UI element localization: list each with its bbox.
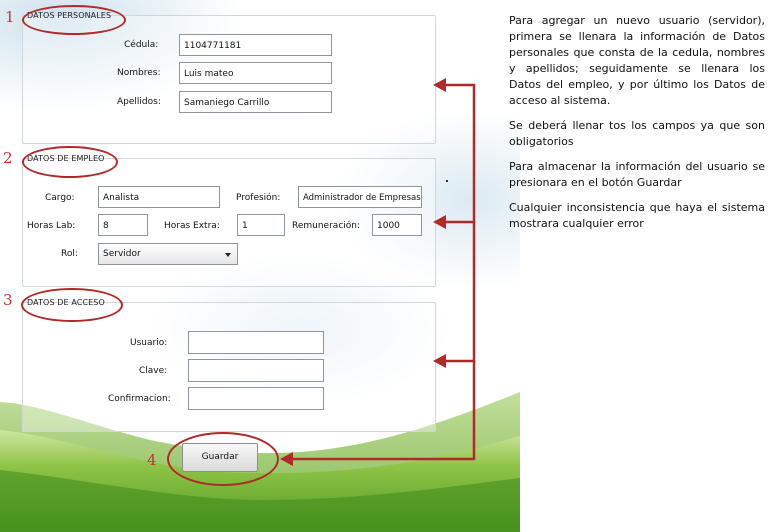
instructions-paragraph: Para agregar un nuevo usuario (servidor)… [509,14,765,107]
instructions-text: Para agregar un nuevo usuario (servidor)… [509,13,765,241]
arrow-head-personal [433,78,446,92]
arrow-head-employment [433,215,446,229]
arrow-head-guardar [280,452,293,466]
instructions-paragraph: Se deberá llenar tos los campos ya que s… [509,119,765,148]
instructions-paragraph: Para almacenar la información del usuari… [509,160,765,189]
arrow-head-access [433,354,446,368]
instructions-paragraph: Cualquier inconsistencia que haya el sis… [509,201,765,230]
